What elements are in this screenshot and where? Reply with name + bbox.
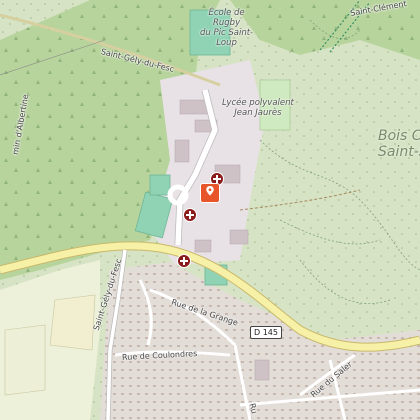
selected-location-pin[interactable] (200, 183, 220, 203)
lycee-label: Lycée polyvalent Jean Jaurès (222, 98, 294, 118)
school-rugby-line-1: École de (208, 8, 245, 18)
school-rugby-label: École de Rugby du Pic Saint- Loup (200, 8, 253, 48)
school-rugby-line-4: Loup (216, 38, 237, 48)
map-base-layer (0, 0, 420, 420)
hospital-marker-2[interactable] (183, 208, 197, 222)
bois-line-1: Bois C (378, 128, 420, 144)
location-pin-icon (206, 186, 214, 196)
hospital-marker-3[interactable] (177, 254, 191, 268)
bois-line-2: Saint-Sau (378, 144, 420, 160)
school-rugby-line-2: Rugby (212, 18, 241, 28)
map-canvas[interactable]: École de Rugby du Pic Saint- Loup Lycée … (0, 0, 420, 420)
lycee-line-2: Jean Jaurès (234, 108, 282, 118)
bois-label: Bois C Saint-Sau (378, 128, 420, 160)
road-shield-d145: D 145 (250, 326, 282, 339)
lycee-line-1: Lycée polyvalent (222, 98, 294, 108)
school-rugby-line-3: du Pic Saint- (200, 28, 254, 38)
